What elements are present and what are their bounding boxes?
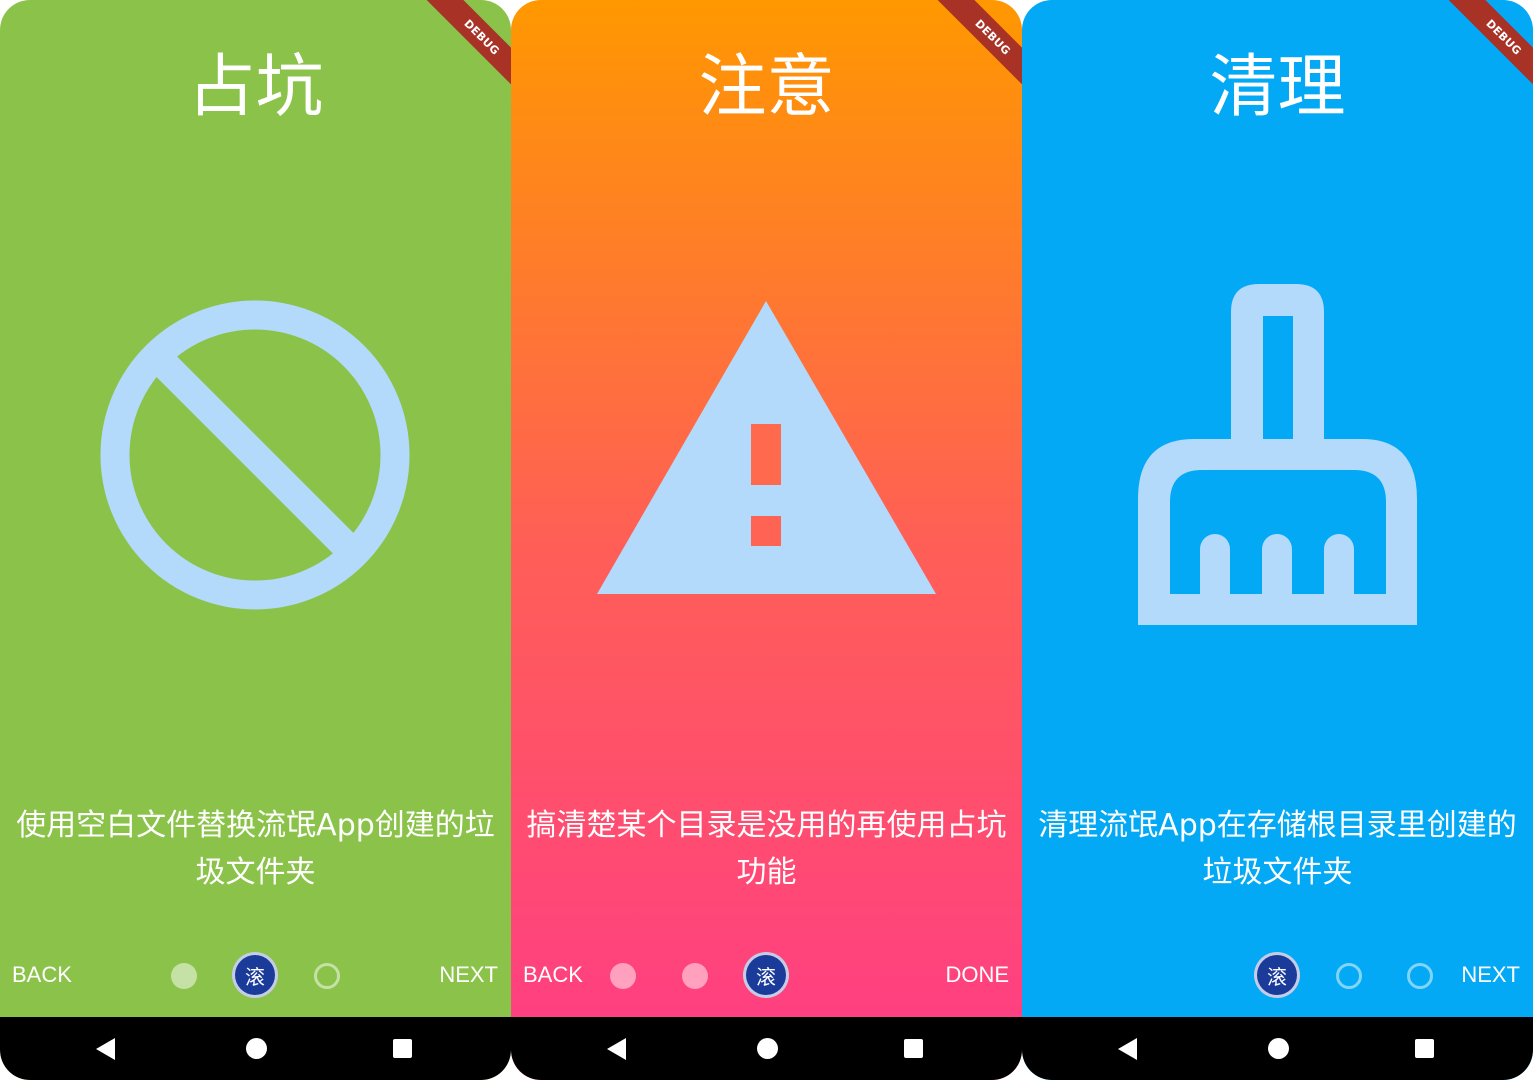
system-nav-bar bbox=[1022, 1017, 1533, 1080]
page-title: 注意 bbox=[698, 48, 835, 127]
page-dot-filled[interactable] bbox=[610, 963, 636, 989]
page-dot-empty[interactable] bbox=[314, 963, 340, 989]
system-nav-bar bbox=[0, 1017, 511, 1080]
pager-nav: BACK 滚 DONE bbox=[511, 950, 1022, 1000]
next-button[interactable]: NEXT bbox=[439, 962, 498, 988]
pager-nav: 滚 NEXT bbox=[1022, 950, 1533, 1000]
back-triangle-icon[interactable] bbox=[1118, 1038, 1137, 1060]
page-description: 搞清楚某个目录是没用的再使用占坑功能 bbox=[526, 808, 1007, 890]
back-triangle-icon[interactable] bbox=[96, 1038, 115, 1060]
home-circle-icon[interactable] bbox=[246, 1038, 267, 1059]
back-button[interactable]: BACK bbox=[523, 962, 583, 988]
next-button[interactable]: NEXT bbox=[1461, 962, 1520, 988]
pager-nav: BACK 滚 NEXT bbox=[0, 950, 511, 1000]
page-dot-filled[interactable] bbox=[171, 963, 197, 989]
recents-square-icon[interactable] bbox=[393, 1039, 412, 1058]
page-title: 占坑 bbox=[187, 48, 324, 127]
warning-icon bbox=[597, 301, 936, 594]
page-description: 使用空白文件替换流氓App创建的垃圾文件夹 bbox=[16, 808, 495, 890]
onboarding-screen-2: DEBUG 注意 搞清楚某个目录是没用的再使用占坑功能 BACK 滚 DONE bbox=[511, 0, 1022, 1080]
page-dot-empty[interactable] bbox=[1407, 963, 1433, 989]
back-triangle-icon[interactable] bbox=[607, 1038, 626, 1060]
done-button[interactable]: DONE bbox=[945, 962, 1009, 988]
block-icon bbox=[100, 300, 410, 610]
page-dot-filled[interactable] bbox=[682, 963, 708, 989]
home-circle-icon[interactable] bbox=[757, 1038, 778, 1059]
page-dot-current[interactable]: 滚 bbox=[743, 952, 789, 998]
cleaning-brush-icon bbox=[1138, 284, 1417, 625]
page-dot-current[interactable]: 滚 bbox=[232, 952, 278, 998]
system-nav-bar bbox=[511, 1017, 1022, 1080]
page-dot-empty[interactable] bbox=[1336, 963, 1362, 989]
recents-square-icon[interactable] bbox=[1415, 1039, 1434, 1058]
back-button[interactable]: BACK bbox=[12, 962, 72, 988]
onboarding-screen-3: DEBUG 清理 清理流氓App在存储根目录里创建的垃圾文件夹 滚 NEXT bbox=[1022, 0, 1533, 1080]
home-circle-icon[interactable] bbox=[1268, 1038, 1289, 1059]
onboarding-screen-1: DEBUG 占坑 使用空白文件替换流氓App创建的垃圾文件夹 BACK 滚 NE… bbox=[0, 0, 511, 1080]
page-dot-current[interactable]: 滚 bbox=[1254, 952, 1300, 998]
recents-square-icon[interactable] bbox=[904, 1039, 923, 1058]
page-title: 清理 bbox=[1209, 48, 1346, 127]
page-description: 清理流氓App在存储根目录里创建的垃圾文件夹 bbox=[1038, 808, 1517, 890]
